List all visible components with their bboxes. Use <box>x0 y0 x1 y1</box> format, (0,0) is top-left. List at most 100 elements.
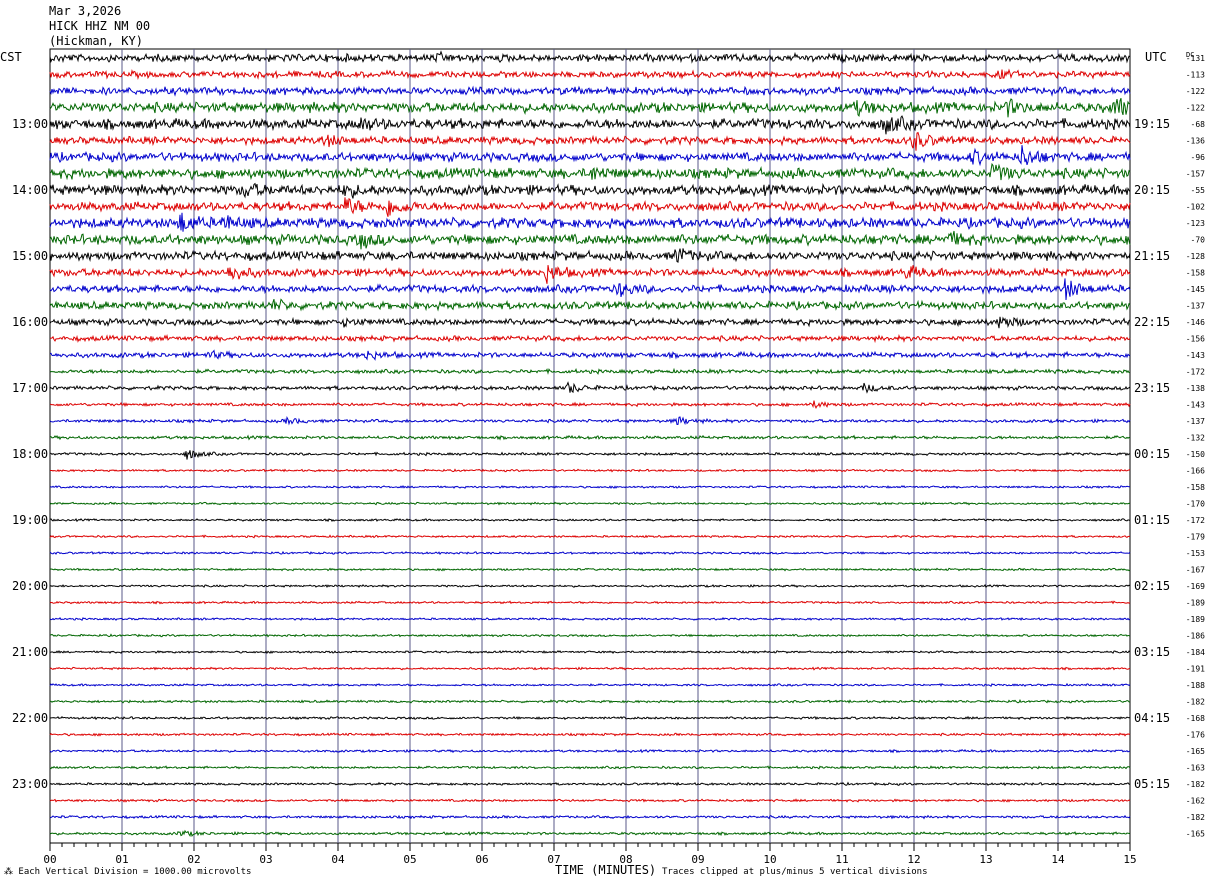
dc-offset-label: -70 <box>1191 236 1206 245</box>
x-tick-label: 13 <box>979 853 992 866</box>
dc-offset-label: -102 <box>1186 203 1205 212</box>
right-hour-label: 23:15 <box>1134 381 1170 395</box>
right-hour-label: 19:15 <box>1134 117 1170 131</box>
seismic-trace <box>49 265 1131 284</box>
seismic-trace <box>49 633 1131 638</box>
seismic-trace <box>49 550 1131 555</box>
seismic-trace <box>49 650 1131 654</box>
seismic-trace <box>49 600 1131 605</box>
dc-offset-label: -131 <box>1186 54 1205 63</box>
seismic-trace <box>49 212 1131 232</box>
dc-offset-label: -188 <box>1186 681 1205 690</box>
seismic-trace <box>49 517 1131 523</box>
seismic-trace <box>49 699 1131 704</box>
dc-offset-label: -166 <box>1186 467 1205 476</box>
x-tick-label: 03 <box>259 853 272 866</box>
seismic-trace <box>49 666 1131 671</box>
seismic-trace <box>49 434 1131 441</box>
dc-offset-label: -189 <box>1186 615 1205 624</box>
dc-offset-label: -122 <box>1186 87 1205 96</box>
dc-offset-label: -128 <box>1186 252 1205 261</box>
seismic-trace <box>49 781 1131 787</box>
clip-note: Traces clipped at plus/minus 5 vertical … <box>662 867 928 877</box>
dc-offset-label: -132 <box>1186 434 1205 443</box>
seismic-trace <box>49 732 1131 737</box>
left-hour-label: 15:00 <box>12 249 48 263</box>
x-tick-label: 09 <box>691 853 704 866</box>
dc-offset-label: -136 <box>1186 137 1205 146</box>
x-tick-label: 11 <box>835 853 848 866</box>
dc-offset-label: -122 <box>1186 104 1205 113</box>
x-tick-label: 00 <box>43 853 56 866</box>
helicorder-plot: CST UTC DC 00 01 02 03 04 05 06 07 08 09 10 11 12 13 1… <box>0 48 1206 866</box>
dc-offset-label: -169 <box>1186 582 1205 591</box>
left-hour-label: 21:00 <box>12 645 48 659</box>
dc-offset-label: -182 <box>1186 813 1205 822</box>
right-hour-label: 04:15 <box>1134 711 1170 725</box>
seismic-trace <box>49 85 1131 97</box>
right-hour-label: 01:15 <box>1134 513 1170 527</box>
left-hour-label: 19:00 <box>12 513 48 527</box>
left-hour-label: 18:00 <box>12 447 48 461</box>
seismic-trace <box>49 450 1131 460</box>
dc-offset-label: -143 <box>1186 401 1205 410</box>
dc-offset-label: -191 <box>1186 665 1205 674</box>
seismic-trace <box>49 485 1130 489</box>
right-hour-label: 02:15 <box>1134 579 1170 593</box>
right-timezone-label: UTC <box>1145 50 1167 64</box>
dc-offset-label: -96 <box>1191 153 1206 162</box>
seismic-trace <box>49 765 1131 770</box>
seismic-trace <box>49 248 1131 263</box>
right-hour-label: 03:15 <box>1134 645 1170 659</box>
dc-offset-label: -182 <box>1186 780 1205 789</box>
left-hour-label: 17:00 <box>12 381 48 395</box>
x-axis-title: TIME (MINUTES) <box>555 863 657 877</box>
dc-offset-label: -137 <box>1186 417 1205 426</box>
right-hour-label: 21:15 <box>1134 249 1170 263</box>
seismic-trace <box>49 367 1131 375</box>
dc-offset-label: -68 <box>1191 120 1206 129</box>
left-timezone-label: CST <box>0 50 22 64</box>
x-tick-label: 10 <box>763 853 776 866</box>
seismic-trace <box>49 682 1131 687</box>
seismic-trace <box>49 278 1131 301</box>
dc-offset-label: -184 <box>1186 648 1205 657</box>
seismic-trace <box>49 616 1131 621</box>
left-hour-label: 14:00 <box>12 183 48 197</box>
dc-offset-label: -137 <box>1186 302 1205 311</box>
left-hour-label: 16:00 <box>12 315 48 329</box>
seismic-trace <box>49 349 1131 361</box>
dc-offset-label: -113 <box>1186 71 1205 80</box>
dc-offset-label: -145 <box>1186 285 1205 294</box>
seismic-trace <box>50 468 1131 473</box>
dc-offset-label: -143 <box>1186 351 1205 360</box>
seismic-trace <box>49 798 1131 803</box>
seismic-trace <box>49 715 1131 721</box>
dc-offset-label: -165 <box>1186 830 1205 839</box>
dc-offset-label: -150 <box>1186 450 1205 459</box>
dc-offset-label: -123 <box>1186 219 1205 228</box>
right-hour-label: 00:15 <box>1134 447 1170 461</box>
dc-offset-label: -168 <box>1186 714 1205 723</box>
seismic-trace <box>49 316 1131 329</box>
x-tick-label: 15 <box>1123 853 1136 866</box>
left-hour-label: 23:00 <box>12 777 48 791</box>
seismic-trace <box>49 829 1131 838</box>
seismic-trace <box>49 534 1130 539</box>
dc-offset-label: -158 <box>1186 269 1205 278</box>
left-hour-label: 13:00 <box>12 117 48 131</box>
seismic-trace <box>49 98 1131 118</box>
seismic-trace <box>49 131 1131 151</box>
dc-offset-label: -189 <box>1186 599 1205 608</box>
dc-offset-label: -138 <box>1186 384 1205 393</box>
seismic-trace <box>49 567 1131 572</box>
seismic-trace <box>49 814 1131 820</box>
dc-offset-label: -186 <box>1186 632 1205 641</box>
dc-offset-label: -55 <box>1191 186 1206 195</box>
seismic-trace <box>49 50 1131 64</box>
scale-note-text: Each Vertical Division = 1000.00 microvo… <box>18 867 252 877</box>
dc-offset-label: -163 <box>1186 764 1205 773</box>
seismic-trace <box>49 197 1131 217</box>
dc-offset-label: -165 <box>1186 747 1205 756</box>
seismic-trace <box>49 115 1131 135</box>
